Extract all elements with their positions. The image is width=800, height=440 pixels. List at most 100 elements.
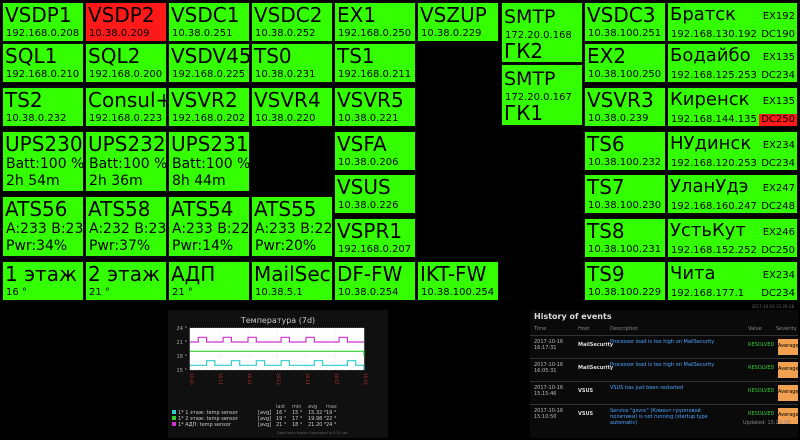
events-top-timestamp: 2017-10-16 15:29:18 [751,304,794,309]
host-ex1[interactable]: EX1 192.168.0.250 [334,2,416,42]
host-ip: 10.38.0.239 [588,113,649,124]
host-ip: 192.168.0.223 [89,113,163,124]
dc-tag: DC234 [761,70,795,81]
host-vsdp2[interactable]: VSDP2 10.38.0.209 [85,2,167,42]
temperature-chart-svg: 24 ° 21 ° 18 ° 15 °10-10 10-11 10-12 10-13 10-1… [172,326,368,435]
exchange-tag: EX234 [762,140,795,151]
host-name: VSPR1 [337,219,403,243]
host-name: TS2 [5,88,43,112]
y-tick-label: 15 ° [177,368,188,374]
host-ts1[interactable]: TS1 192.168.0.211 [334,43,416,83]
host-smtp-gk2[interactable]: SMTP 172.20.0.168 ГК2 [501,2,583,63]
ups-230[interactable]: UPS230 Batt:100 % 2h 54m [2,131,84,192]
host-ts6[interactable]: TS6 10.38.100.232 [584,131,666,171]
x-tick-label: 10-16 [363,373,368,385]
host-ip: 10.38.0.209 [89,28,150,39]
event-host: MailSecurity [578,365,614,371]
site-bodaibo[interactable]: Бодайбо 192.168.125.253 EX135 DC234 [667,43,798,83]
dc-tag: DC190 [761,29,795,40]
host-vszup[interactable]: VSZUP 10.38.0.229 [417,2,499,42]
host-ip: 10.38.0.229 [421,28,482,39]
legend-swatch [172,422,176,426]
site-ip: 192.168.120.253 [671,158,757,169]
sensor-name: АДП [171,262,216,286]
ats-54[interactable]: ATS54 A:233 B:226 Pwr:14% [168,196,250,257]
legend-max: 24 ° [326,422,337,428]
host-consul[interactable]: Consul+ 192.168.0.223 [85,87,167,127]
host-vsvr4[interactable]: VSVR4 10.38.0.220 [251,87,333,127]
site-nudinsk[interactable]: НУдинск 192.168.120.253 EX234 DC234 [667,131,798,171]
host-vsdv45[interactable]: VSDV45 192.168.0.225 [168,43,250,83]
host-ts8[interactable]: TS8 10.38.100.231 [584,218,666,258]
ups-name: UPS232 [88,132,166,156]
host-ts0[interactable]: TS0 10.38.0.231 [251,43,333,83]
host-smtp-gk1[interactable]: SMTP 172.20.0.167 ГК1 [501,64,583,126]
host-sql1[interactable]: SQL1 192.168.0.210 [2,43,84,83]
host-ex2[interactable]: EX2 10.38.100.250 [584,43,666,83]
event-host: VSUS [578,411,594,417]
host-name: SMTP [504,6,556,28]
site-ustkut[interactable]: УстьКут 192.168.152.252 EX246 DC250 [667,218,798,258]
ats-58[interactable]: ATS58 A:232 B:233 Pwr:37% [85,196,167,257]
site-name: Чита [670,263,716,284]
host-ts2[interactable]: TS2 10.38.0.232 [2,87,84,127]
exchange-tag: EX247 [762,183,795,194]
sensor-adp[interactable]: АДП 21 ° [168,261,250,301]
ups-battery: Batt:100 % [6,156,84,172]
event-severity: Average [778,362,799,378]
host-ip: 10.38.100.232 [588,157,662,168]
site-name: УланУдэ [670,176,749,197]
event-status: RESOLVED [748,388,775,394]
host-name: IKT-FW [420,262,487,286]
host-vspr1[interactable]: VSPR1 192.168.0.207 [334,218,416,258]
y-tick-label: 18 ° [177,354,188,360]
host-ts9[interactable]: TS9 10.38.100.229 [584,261,666,301]
host-vsvr5[interactable]: VSVR5 10.38.0.221 [334,87,416,127]
sensor-floor2[interactable]: 2 этаж 21 ° [85,261,167,301]
host-df-fw[interactable]: DF-FW 10.38.0.254 [334,261,416,301]
site-kirensk[interactable]: Киренск 192.168.144.135 EX135 DC250 [667,87,798,127]
ats-name: ATS54 [171,197,234,221]
host-ts7[interactable]: TS7 10.38.100.230 [584,174,666,214]
y-tick-label: 21 ° [177,340,188,346]
events-panel: 2017-10-16 15:29:18 History of events Ti… [530,304,799,438]
ups-232[interactable]: UPS232 Batt:100 % 2h 36m [85,131,167,192]
host-vsdc2[interactable]: VSDC2 10.38.0.252 [251,2,333,42]
legend-swatch [172,410,176,414]
ups-runtime: 8h 44m [172,173,226,189]
host-name: TS1 [337,44,375,68]
site-chita[interactable]: Чита 192.168.177.1 EX234 DC234 [667,261,798,301]
dc-tag: DC234 [761,288,795,299]
event-row[interactable]: 2017-10-16 16:17:31 MailSecurity Processor… [530,335,799,359]
ats-name: ATS55 [254,197,317,221]
host-ikt-fw[interactable]: IKT-FW 10.38.100.254 [417,261,499,301]
host-vsfa[interactable]: VSFA 10.38.0.206 [334,131,416,171]
sensor-temp: 16 ° [6,287,27,298]
ats-inputs: A:233 B:226 [172,221,250,237]
ups-battery: Batt:100 % [89,156,167,172]
host-ip: 10.38.100.251 [588,28,662,39]
site-ip: 192.168.144.135 [671,114,757,125]
host-sql2[interactable]: SQL2 192.168.0.200 [85,43,167,83]
ups-231[interactable]: UPS231 Batt:100 % 8h 44m [168,131,250,192]
site-ulanude[interactable]: УланУдэ 192.168.160.247 EX247 DC248 [667,174,798,214]
host-vsdp1[interactable]: VSDP1 192.168.0.208 [2,2,84,42]
site-ip: 192.168.130.192 [671,29,757,40]
event-row[interactable]: 2017-10-16 15:15:46 VSUS VSUS has just bee… [530,381,799,405]
sensor-floor1[interactable]: 1 этаж 16 ° [2,261,84,301]
ats-56[interactable]: ATS56 A:233 B:232 Pwr:34% [2,196,84,257]
site-bratsk[interactable]: Братск 192.168.130.192 EX192 DC190 [667,2,798,42]
ats-inputs: A:233 B:220 [255,221,333,237]
host-vsvr2[interactable]: VSVR2 192.168.0.202 [168,87,250,127]
event-row[interactable]: 2017-10-16 16:05:31 MailSecurity Processor… [530,358,799,382]
x-tick-label: 10-13 [276,373,281,385]
temperature-graph[interactable]: Температура (7d) 24 ° 21 ° 18 ° 15 ° 10-10 10… [168,310,388,438]
host-vsdc3[interactable]: VSDC3 10.38.100.251 [584,2,666,42]
ats-55[interactable]: ATS55 A:233 B:220 Pwr:20% [251,196,333,257]
host-mailsec[interactable]: MailSec 10.38.5.1 [251,261,333,301]
y-tick-label: 24 ° [177,326,188,332]
dc-tag: DC248 [761,201,795,212]
host-vsus[interactable]: VSUS 10.38.0.226 [334,174,416,214]
host-vsdc1[interactable]: VSDC1 10.38.0.251 [168,2,250,42]
host-vsvr3[interactable]: VSVR3 10.38.0.239 [584,87,666,127]
